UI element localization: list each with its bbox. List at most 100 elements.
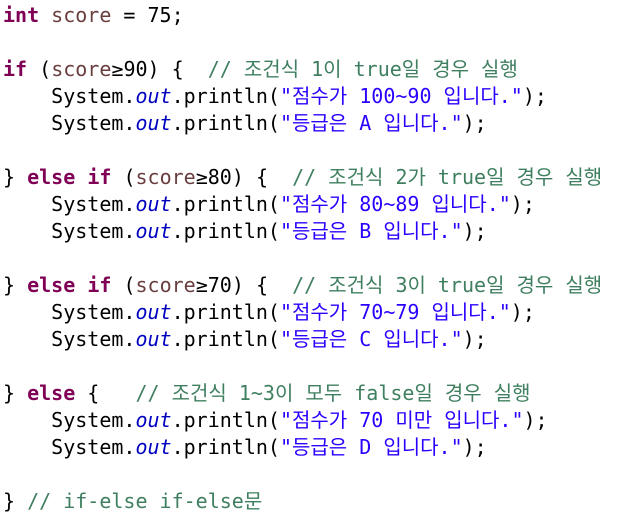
variable-score: score — [135, 165, 196, 189]
comment: // if-else if-else문 — [27, 489, 263, 513]
string-literal: "등급은 D 입니다." — [279, 435, 463, 459]
out-field: out — [135, 111, 172, 135]
close-paren: ) { — [231, 165, 293, 189]
system-class: System. — [51, 219, 136, 243]
statement-end: ); — [462, 219, 487, 243]
println-call: .println( — [171, 111, 280, 135]
code-line-15: } else { // 조건식 1~3이 모두 false일 경우 실행 — [3, 380, 531, 407]
statement-end: ); — [510, 192, 535, 216]
statement-end: ); — [462, 327, 487, 351]
out-field: out — [135, 192, 172, 216]
code-line-16: System.out.println("점수가 70 미만 입니다."); — [3, 407, 548, 434]
close-brace: } — [3, 273, 28, 297]
keyword-else: else — [27, 381, 76, 405]
statement-end: ); — [462, 111, 487, 135]
open-paren: ( — [111, 273, 136, 297]
system-class: System. — [51, 84, 136, 108]
println-call: .println( — [171, 300, 280, 324]
string-literal: "점수가 70 미만 입니다." — [279, 408, 524, 432]
close-paren: ) { — [231, 273, 293, 297]
keyword-else: else — [27, 273, 76, 297]
variable-score: score — [51, 57, 112, 81]
code-line-19: } // if-else if-else문 — [3, 488, 262, 515]
string-literal: "점수가 80~89 입니다." — [279, 192, 511, 216]
println-call: .println( — [171, 192, 280, 216]
number-literal: 80 — [207, 165, 232, 189]
code-line-3: if (score≥90) { // 조건식 1이 true일 경우 실행 — [3, 56, 518, 83]
system-class: System. — [51, 300, 136, 324]
keyword-int: int — [3, 3, 40, 27]
comment: // 조건식 1~3이 모두 false일 경우 실행 — [135, 381, 531, 405]
string-literal: "등급은 C 입니다." — [279, 327, 463, 351]
code-line-5: System.out.println("등급은 A 입니다."); — [3, 110, 487, 137]
open-brace: { — [75, 381, 136, 405]
println-call: .println( — [171, 435, 280, 459]
close-brace: } — [3, 165, 28, 189]
number-literal: 75 — [147, 3, 172, 27]
println-call: .println( — [171, 84, 280, 108]
code-line-4: System.out.println("점수가 100~90 입니다."); — [3, 83, 547, 110]
code-editor[interactable]: int score = 75; if (score≥90) { // 조건식 1… — [0, 0, 625, 517]
code-line-12: System.out.println("점수가 70~79 입니다."); — [3, 299, 535, 326]
code-line-1: int score = 75; — [3, 2, 184, 29]
number-literal: 70 — [207, 273, 232, 297]
operator: ≥ — [195, 273, 208, 297]
open-paren: ( — [111, 165, 136, 189]
variable-score: score — [135, 273, 196, 297]
code-line-7: } else if (score≥80) { // 조건식 2가 true일 경… — [3, 164, 602, 191]
system-class: System. — [51, 327, 136, 351]
string-literal: "등급은 A 입니다." — [279, 111, 463, 135]
open-paren: ( — [27, 57, 52, 81]
semicolon: ; — [171, 3, 184, 27]
statement-end: ); — [462, 435, 487, 459]
code-line-8: System.out.println("점수가 80~89 입니다."); — [3, 191, 535, 218]
code-line-9: System.out.println("등급은 B 입니다."); — [3, 218, 487, 245]
statement-end: ); — [523, 408, 548, 432]
code-line-17: System.out.println("등급은 D 입니다."); — [3, 434, 487, 461]
out-field: out — [135, 84, 172, 108]
comment: // 조건식 2가 true일 경우 실행 — [292, 165, 603, 189]
out-field: out — [135, 300, 172, 324]
code-line-11: } else if (score≥70) { // 조건식 3이 true일 경… — [3, 272, 602, 299]
keyword-else: else — [27, 165, 76, 189]
variable-score: score — [51, 3, 112, 27]
out-field: out — [135, 219, 172, 243]
number-literal: 90 — [123, 57, 148, 81]
keyword-if: if — [3, 57, 28, 81]
statement-end: ); — [510, 300, 535, 324]
keyword-if: if — [87, 165, 112, 189]
close-paren: ) { — [147, 57, 208, 81]
close-brace: } — [3, 381, 28, 405]
system-class: System. — [51, 435, 136, 459]
operator: ≥ — [111, 57, 124, 81]
string-literal: "등급은 B 입니다." — [279, 219, 463, 243]
out-field: out — [135, 435, 172, 459]
out-field: out — [135, 408, 172, 432]
string-literal: "점수가 100~90 입니다." — [279, 84, 523, 108]
keyword-if: if — [87, 273, 112, 297]
code-line-13: System.out.println("등급은 C 입니다."); — [3, 326, 487, 353]
println-call: .println( — [171, 219, 280, 243]
statement-end: ); — [522, 84, 547, 108]
comment: // 조건식 3이 true일 경우 실행 — [292, 273, 603, 297]
println-call: .println( — [171, 408, 280, 432]
system-class: System. — [51, 408, 136, 432]
assign-operator: = — [111, 3, 148, 27]
out-field: out — [135, 327, 172, 351]
operator: ≥ — [195, 165, 208, 189]
close-brace: } — [3, 489, 28, 513]
system-class: System. — [51, 192, 136, 216]
string-literal: "점수가 70~79 입니다." — [279, 300, 511, 324]
system-class: System. — [51, 111, 136, 135]
